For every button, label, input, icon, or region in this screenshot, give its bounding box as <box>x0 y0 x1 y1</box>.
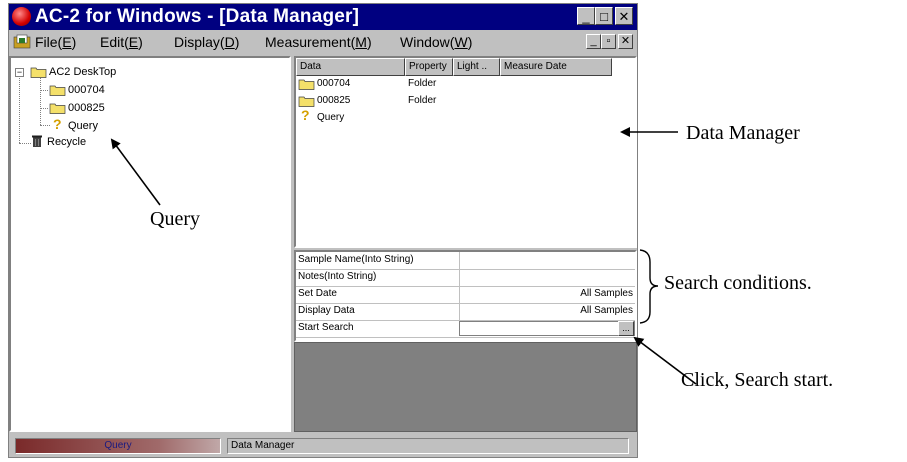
list-item-name: Query <box>317 112 345 123</box>
search-row-sample-name[interactable]: Sample Name(Into String) <box>296 252 635 270</box>
search-row-display-data[interactable]: Display Data All Samples <box>296 303 635 321</box>
tree-connector <box>40 108 48 109</box>
search-value[interactable]: All Samples <box>580 305 633 316</box>
tree-item-recycle[interactable]: Recycle <box>47 136 86 148</box>
trash-icon <box>32 135 42 147</box>
column-header-light[interactable]: Light .. <box>453 58 500 76</box>
search-conditions-grid: Sample Name(Into String) Notes(Into Stri… <box>294 250 637 342</box>
app-icon[interactable] <box>12 7 31 26</box>
folder-icon <box>49 85 66 96</box>
start-search-field[interactable] <box>459 321 635 336</box>
search-row-notes[interactable]: Notes(Into String) <box>296 269 635 287</box>
column-header-property[interactable]: Property <box>405 58 453 76</box>
annotation-data-manager: Data Manager <box>686 122 800 144</box>
folder-icon <box>49 103 66 114</box>
folder-icon <box>298 79 315 90</box>
tree-connector <box>40 90 48 91</box>
search-value[interactable]: All Samples <box>580 288 633 299</box>
minimize-button[interactable]: _ <box>577 7 595 25</box>
menu-measurement[interactable]: Measurement(M) <box>265 34 372 50</box>
tree-connector <box>40 125 50 126</box>
app-window: AC-2 for Windows - [Data Manager] _ □ ✕ … <box>8 3 638 458</box>
column-header-measure-date[interactable]: Measure Date <box>500 58 612 76</box>
search-label: Set Date <box>298 288 337 299</box>
tree-item-query[interactable]: Query <box>68 120 98 132</box>
window-title: AC-2 for Windows - [Data Manager] <box>35 6 360 27</box>
column-header-data[interactable]: Data <box>296 58 405 76</box>
annotation-search-start: Click, Search start. <box>681 369 834 391</box>
tree-connector <box>40 78 41 125</box>
menu-bar: File(E) Edit(E) Display(D) Measurement(M… <box>9 31 637 53</box>
title-bar: AC-2 for Windows - [Data Manager] _ □ ✕ <box>9 4 637 30</box>
menu-edit[interactable]: Edit(E) <box>100 34 143 50</box>
query-icon: ? <box>53 116 62 132</box>
folder-icon <box>30 67 47 78</box>
empty-workspace <box>294 342 637 432</box>
list-item-name: 000825 <box>317 95 351 106</box>
search-label: Notes(Into String) <box>298 271 377 282</box>
tree-item-desktop[interactable]: AC2 DeskTop <box>49 66 116 78</box>
child-minimize-button[interactable]: _ <box>586 34 601 49</box>
search-label: Sample Name(Into String) <box>298 254 414 265</box>
brace-search-conditions <box>639 249 659 324</box>
list-item-property: Folder <box>408 95 437 106</box>
tree-connector <box>19 143 31 144</box>
annotation-query: Query <box>150 208 200 230</box>
data-list: Data Property Light .. Measure Date 0007… <box>294 56 637 248</box>
list-item-property: Folder <box>408 78 437 89</box>
list-item-name: 000704 <box>317 78 351 89</box>
tree-item-000704[interactable]: 000704 <box>68 84 105 96</box>
search-label: Display Data <box>298 305 355 316</box>
search-label: Start Search <box>298 322 354 333</box>
tree-item-000825[interactable]: 000825 <box>68 102 105 114</box>
annotation-search-conditions: Search conditions. <box>664 272 812 294</box>
menu-file[interactable]: File(E) <box>35 34 76 50</box>
folder-icon <box>298 96 315 107</box>
maximize-button[interactable]: □ <box>595 7 613 25</box>
search-row-set-date[interactable]: Set Date All Samples <box>296 286 635 304</box>
menu-display[interactable]: Display(D) <box>174 34 239 50</box>
status-text: Data Manager <box>227 438 629 454</box>
status-bar: Query Data Manager <box>9 436 637 456</box>
collapse-toggle[interactable]: − <box>15 68 24 77</box>
menu-window[interactable]: Window(W) <box>400 34 472 50</box>
child-restore-button[interactable]: ▫ <box>601 34 616 49</box>
child-close-button[interactable]: ✕ <box>618 34 633 49</box>
close-button[interactable]: ✕ <box>615 7 633 25</box>
status-progress: Query <box>15 438 221 454</box>
document-icon[interactable] <box>13 34 31 49</box>
tree-pane: − AC2 DeskTop 000704 000825 ? Query Recy… <box>9 56 291 432</box>
start-search-button[interactable]: ... <box>618 321 634 336</box>
tree-connector <box>19 73 20 143</box>
search-row-start-search[interactable]: Start Search ... <box>296 320 635 338</box>
query-icon: ? <box>301 107 310 123</box>
